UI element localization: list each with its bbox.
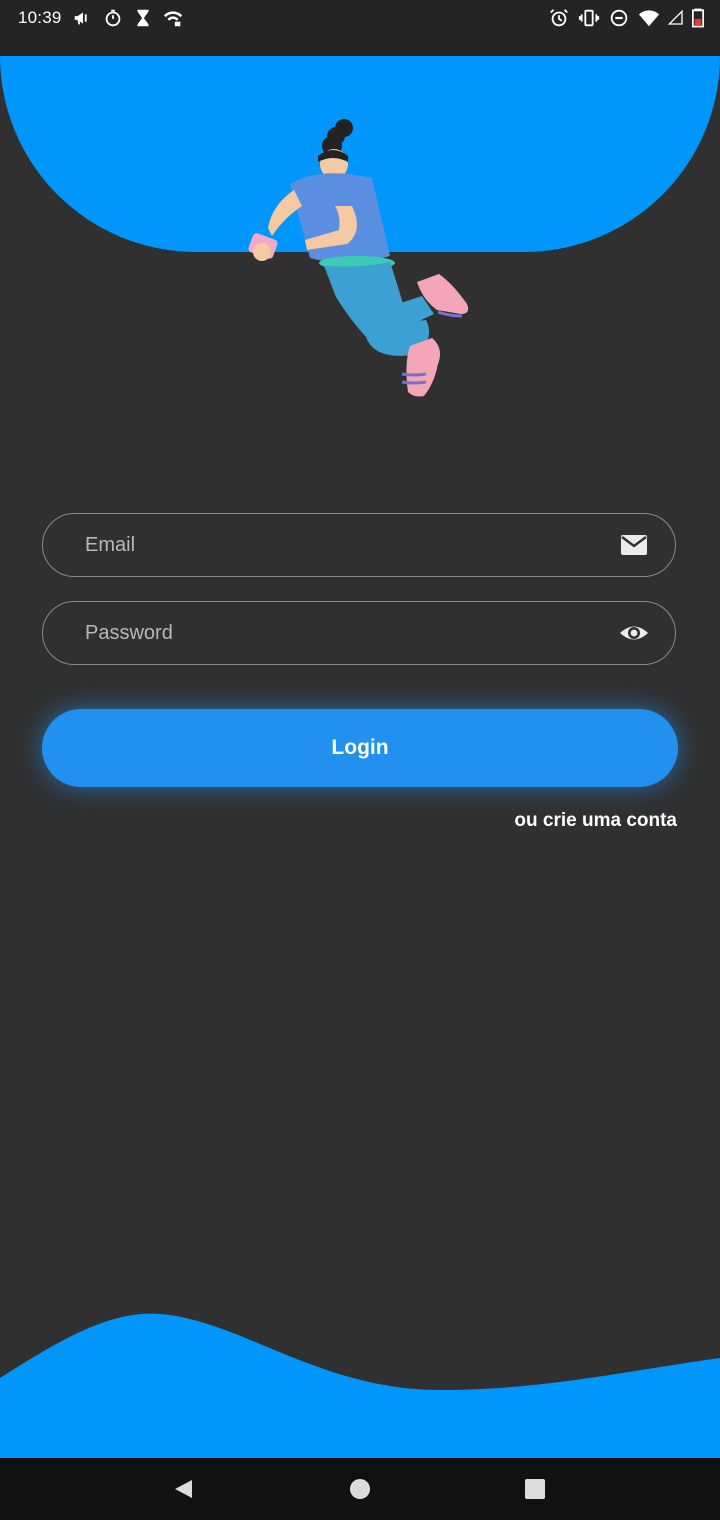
cell-signal-icon xyxy=(668,9,683,25)
status-bar: 10:39 xyxy=(0,0,720,56)
back-icon[interactable] xyxy=(172,1477,196,1501)
wifi-icon xyxy=(638,10,660,27)
alarm-icon xyxy=(550,9,568,27)
do-not-disturb-icon xyxy=(610,9,628,27)
hero-illustration xyxy=(248,119,469,397)
email-field xyxy=(42,513,676,577)
status-time: 10:39 xyxy=(18,8,62,27)
bottom-wave xyxy=(0,1313,720,1458)
mail-icon xyxy=(621,535,647,555)
megaphone-icon xyxy=(74,12,87,25)
create-account-link[interactable]: ou crie uma conta xyxy=(514,810,677,832)
status-left-icons xyxy=(72,7,184,29)
home-icon[interactable] xyxy=(348,1477,372,1501)
wifi-calling-icon xyxy=(163,11,183,27)
recent-apps-icon[interactable] xyxy=(523,1477,547,1501)
battery-icon xyxy=(692,8,704,28)
status-right-icons xyxy=(548,7,704,29)
eye-icon[interactable] xyxy=(619,619,649,647)
login-button[interactable]: Login xyxy=(42,709,678,787)
password-input[interactable] xyxy=(83,602,607,665)
stopwatch-icon xyxy=(105,9,121,27)
email-input[interactable] xyxy=(83,514,607,577)
hourglass-icon xyxy=(137,9,149,27)
vibrate-icon xyxy=(578,9,600,27)
navigation-bar xyxy=(0,1458,720,1520)
password-field xyxy=(42,601,676,665)
